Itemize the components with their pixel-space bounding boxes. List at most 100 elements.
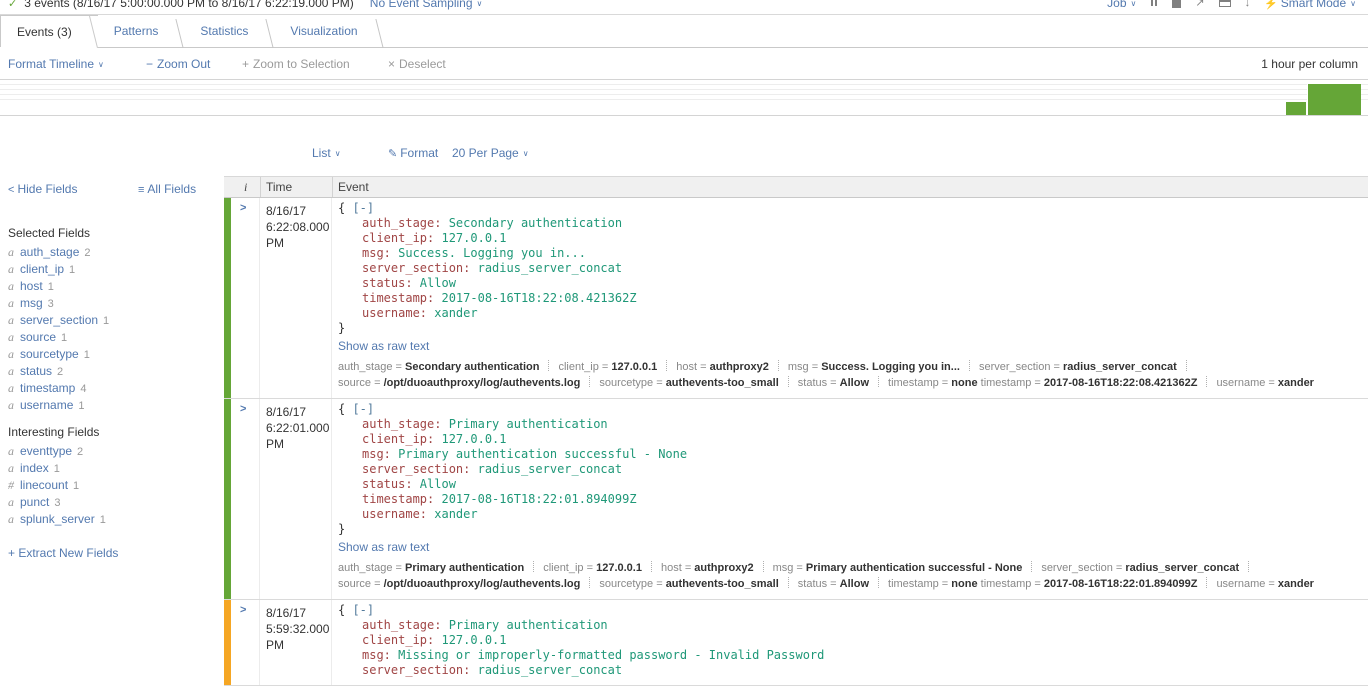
summary-field-pair[interactable]: source = /opt/duoauthproxy/log/authevent…: [338, 377, 580, 389]
tab-patterns[interactable]: Patterns: [98, 15, 185, 47]
field-name-link[interactable]: status: [20, 364, 52, 378]
json-key[interactable]: client_ip:: [362, 432, 441, 446]
json-value[interactable]: radius_server_concat: [478, 663, 623, 677]
field-name-link[interactable]: host: [20, 279, 43, 293]
json-value[interactable]: 2017-08-16T18:22:01.894099Z: [441, 492, 636, 506]
json-key[interactable]: server_section:: [362, 663, 478, 677]
json-key[interactable]: status:: [362, 477, 420, 491]
summary-field-pair[interactable]: host = authproxy2: [661, 562, 754, 574]
field-item[interactable]: aindex1: [8, 460, 106, 477]
json-key[interactable]: username:: [362, 507, 434, 521]
extract-new-fields-link[interactable]: + Extract New Fields: [8, 546, 118, 560]
summary-field-pair[interactable]: timestamp = 2017-08-16T18:22:08.421362Z: [981, 377, 1198, 389]
json-value[interactable]: 127.0.0.1: [441, 633, 506, 647]
timeline-bar[interactable]: [1307, 84, 1361, 115]
json-key[interactable]: msg:: [362, 447, 398, 461]
print-icon[interactable]: [1219, 0, 1231, 7]
json-collapse-toggle[interactable]: [-]: [352, 201, 374, 215]
json-key[interactable]: client_ip:: [362, 633, 441, 647]
field-item[interactable]: ausername1: [8, 397, 109, 414]
hide-fields-button[interactable]: <Hide Fields: [8, 182, 77, 196]
summary-field-pair[interactable]: client_ip = 127.0.0.1: [558, 361, 657, 373]
list-view-dropdown[interactable]: List∨: [312, 146, 341, 160]
summary-field-pair[interactable]: timestamp = none: [888, 377, 978, 389]
format-results-button[interactable]: ✎Format: [388, 146, 438, 160]
field-name-link[interactable]: eventtype: [20, 444, 72, 458]
summary-field-pair[interactable]: timestamp = 2017-08-16T18:22:01.894099Z: [981, 578, 1198, 590]
field-item[interactable]: #linecount1: [8, 477, 106, 494]
json-key[interactable]: msg:: [362, 648, 398, 662]
field-name-link[interactable]: client_ip: [20, 262, 64, 276]
summary-field-pair[interactable]: sourcetype = authevents-too_small: [599, 578, 778, 590]
summary-field-pair[interactable]: msg = Primary authentication successful …: [773, 562, 1023, 574]
json-key[interactable]: auth_stage:: [362, 216, 449, 230]
json-key[interactable]: auth_stage:: [362, 618, 449, 632]
field-item[interactable]: aauth_stage2: [8, 244, 109, 261]
summary-field-pair[interactable]: server_section = radius_server_concat: [979, 361, 1177, 373]
all-fields-button[interactable]: ≡All Fields: [138, 182, 196, 196]
summary-field-pair[interactable]: timestamp = none: [888, 578, 978, 590]
json-value[interactable]: Primary authentication successful - None: [398, 447, 687, 461]
json-key[interactable]: msg:: [362, 246, 398, 260]
summary-field-pair[interactable]: client_ip = 127.0.0.1: [543, 562, 642, 574]
field-name-link[interactable]: server_section: [20, 313, 98, 327]
json-value[interactable]: radius_server_concat: [478, 462, 623, 476]
summary-field-pair[interactable]: auth_stage = Secondary authentication: [338, 361, 539, 373]
summary-field-pair[interactable]: msg = Success. Logging you in...: [788, 361, 960, 373]
expand-event-icon[interactable]: >: [240, 202, 246, 214]
json-value[interactable]: 2017-08-16T18:22:08.421362Z: [441, 291, 636, 305]
summary-field-pair[interactable]: status = Allow: [798, 578, 869, 590]
summary-field-pair[interactable]: source = /opt/duoauthproxy/log/authevent…: [338, 578, 580, 590]
field-name-link[interactable]: auth_stage: [20, 245, 79, 259]
json-value[interactable]: Primary authentication: [449, 618, 608, 632]
json-key[interactable]: username:: [362, 306, 434, 320]
field-item[interactable]: asourcetype1: [8, 346, 109, 363]
field-name-link[interactable]: username: [20, 398, 73, 412]
tab-statistics[interactable]: Statistics: [184, 15, 274, 47]
json-key[interactable]: server_section:: [362, 261, 478, 275]
json-key[interactable]: status:: [362, 276, 420, 290]
json-collapse-toggle[interactable]: [-]: [352, 402, 374, 416]
json-value[interactable]: Secondary authentication: [449, 216, 622, 230]
json-key[interactable]: auth_stage:: [362, 417, 449, 431]
field-item[interactable]: atimestamp4: [8, 380, 109, 397]
json-value[interactable]: xander: [434, 507, 477, 521]
show-raw-text-link[interactable]: Show as raw text: [338, 338, 1354, 354]
format-timeline-dropdown[interactable]: Format Timeline∨: [8, 57, 104, 71]
json-key[interactable]: timestamp:: [362, 291, 441, 305]
timeline-bar[interactable]: [1285, 102, 1306, 115]
field-item[interactable]: amsg3: [8, 295, 109, 312]
json-collapse-toggle[interactable]: [-]: [352, 603, 374, 617]
json-value[interactable]: xander: [434, 306, 477, 320]
summary-field-pair[interactable]: username = xander: [1216, 377, 1314, 389]
event-sampling-dropdown[interactable]: No Event Sampling∨: [370, 0, 483, 10]
field-name-link[interactable]: msg: [20, 296, 43, 310]
summary-field-pair[interactable]: username = xander: [1216, 578, 1314, 590]
zoom-to-selection-button[interactable]: +Zoom to Selection: [242, 57, 350, 71]
timeline-chart[interactable]: [0, 79, 1368, 116]
json-value[interactable]: Allow: [420, 276, 456, 290]
tab-visualization[interactable]: Visualization: [274, 15, 383, 47]
json-value[interactable]: Allow: [420, 477, 456, 491]
deselect-button[interactable]: ×Deselect: [388, 57, 446, 71]
json-value[interactable]: Missing or improperly-formatted password…: [398, 648, 824, 662]
expand-event-icon[interactable]: >: [240, 403, 246, 415]
field-item[interactable]: asource1: [8, 329, 109, 346]
field-item[interactable]: asplunk_server1: [8, 511, 106, 528]
tab-events[interactable]: Events (3): [0, 15, 98, 47]
field-name-link[interactable]: splunk_server: [20, 512, 95, 526]
field-item[interactable]: aserver_section1: [8, 312, 109, 329]
summary-field-pair[interactable]: host = authproxy2: [676, 361, 769, 373]
json-key[interactable]: client_ip:: [362, 231, 441, 245]
json-value[interactable]: Primary authentication: [449, 417, 608, 431]
summary-field-pair[interactable]: status = Allow: [798, 377, 869, 389]
field-name-link[interactable]: timestamp: [20, 381, 75, 395]
field-name-link[interactable]: index: [20, 461, 49, 475]
per-page-dropdown[interactable]: 20 Per Page∨: [452, 146, 529, 160]
json-value[interactable]: 127.0.0.1: [441, 432, 506, 446]
stop-job-icon[interactable]: [1172, 0, 1181, 8]
json-value[interactable]: 127.0.0.1: [441, 231, 506, 245]
json-value[interactable]: Success. Logging you in...: [398, 246, 586, 260]
field-item[interactable]: astatus2: [8, 363, 109, 380]
field-name-link[interactable]: linecount: [20, 478, 68, 492]
